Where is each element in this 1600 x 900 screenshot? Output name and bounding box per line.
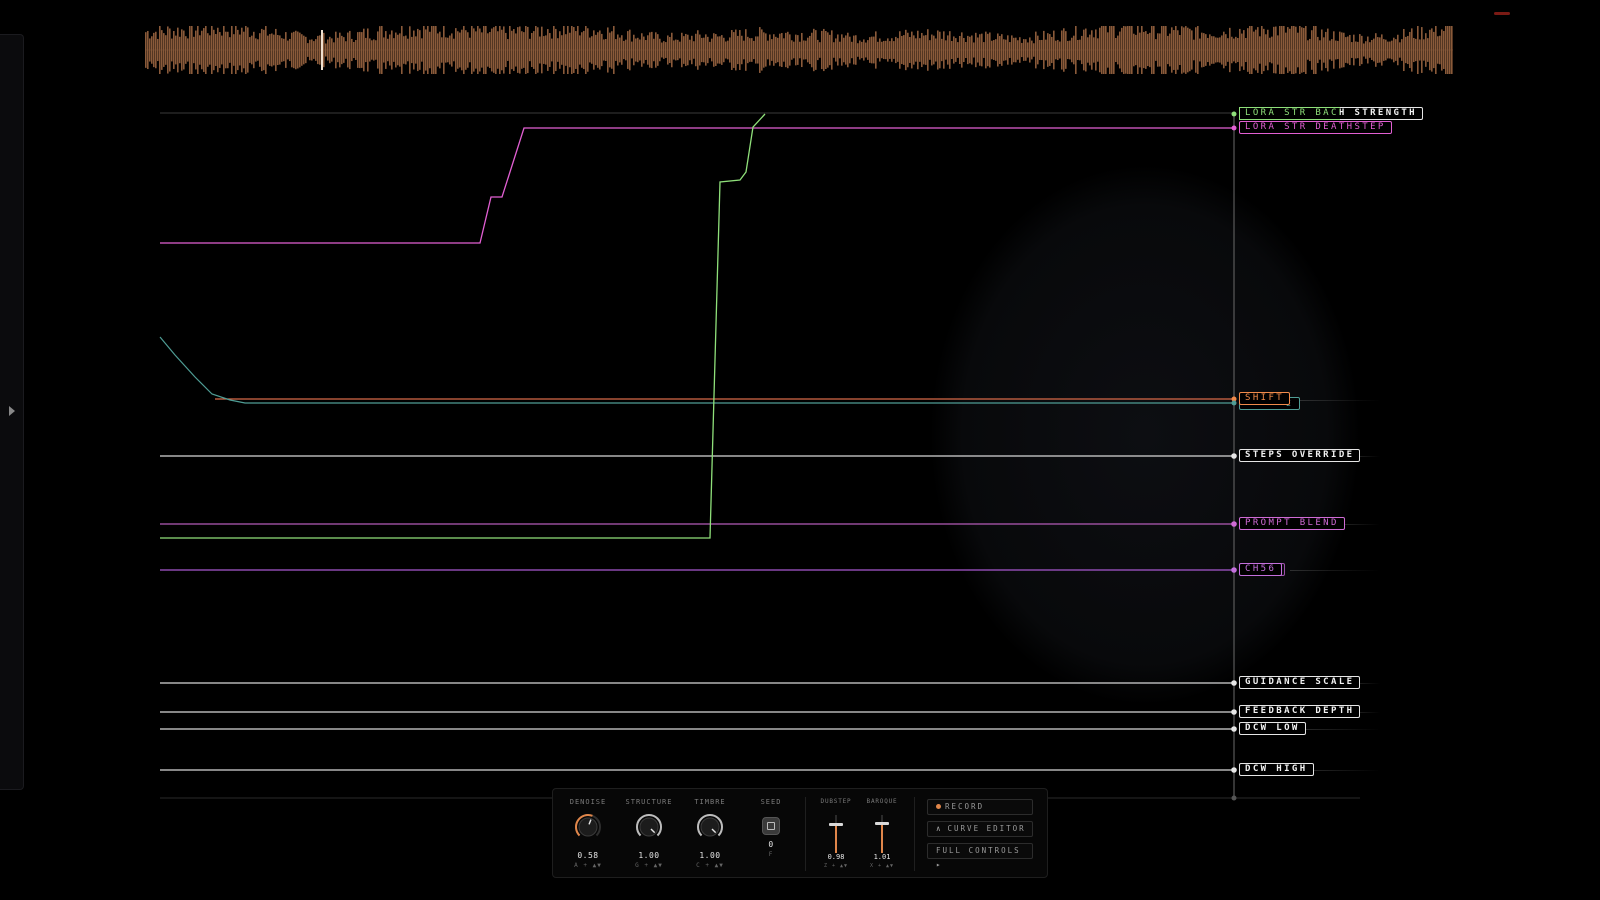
label-text: PROMPT BLEND [1245, 518, 1339, 528]
seed-hint: F [768, 851, 774, 858]
structure-knob[interactable] [635, 813, 663, 841]
seed-value: 0 [768, 840, 774, 849]
label-lora-str-deathstep[interactable]: LORA STR DEATHSTEP [1239, 121, 1392, 134]
knob-value: 0.58 [577, 851, 599, 860]
knob-hint: G + ▲▼ [635, 862, 663, 869]
node-dot[interactable] [1231, 709, 1237, 715]
seed-title: SEED [760, 798, 782, 806]
fader-title: DUBSTEP [820, 798, 852, 805]
label-lora-bach-overlay: LORA STR BACH STRENGTH [1239, 107, 1340, 120]
lane-trail [1290, 570, 1380, 571]
knob-value: 1.00 [638, 851, 660, 860]
knob-value: 1.00 [699, 851, 721, 860]
record-label: RECORD [945, 802, 985, 811]
node-dot [1231, 795, 1237, 801]
baroque-fader[interactable] [872, 815, 892, 853]
label-text: DCW HIGH [1245, 764, 1308, 774]
label-dcw-low[interactable]: DCW LOW [1239, 722, 1306, 735]
label-text: CH56 [1245, 564, 1277, 574]
knob-body [639, 817, 659, 837]
fader-fill [835, 826, 837, 853]
label-text: FEEDBACK DEPTH [1245, 706, 1355, 716]
label-guidance-scale[interactable]: GUIDANCE SCALE [1239, 676, 1361, 689]
label-dcw-high[interactable]: DCW HIGH [1239, 763, 1314, 776]
fader-value: 1.01 [873, 853, 891, 861]
background-glow [930, 165, 1360, 705]
dubstep-fader[interactable] [826, 815, 846, 853]
lane-lora-bach [160, 113, 766, 539]
lane-trail [1300, 400, 1380, 401]
label-shift[interactable]: SHIFT [1239, 392, 1291, 405]
node-dot[interactable] [1231, 111, 1237, 117]
fader-hint: X + ▲▼ [869, 863, 895, 869]
knob-title: DENOISE [569, 798, 607, 806]
fader-title: BAROQUE [866, 798, 898, 805]
knob-structure-group: STRUCTURE 1.00 G + ▲▼ [621, 797, 677, 869]
knob-hint: A + ▲▼ [574, 862, 602, 869]
fader-hint: Z + ▲▼ [823, 863, 849, 869]
label-feedback-depth[interactable]: FEEDBACK DEPTH [1239, 705, 1361, 718]
node-dot[interactable] [1231, 680, 1237, 686]
divider [805, 797, 806, 871]
divider [914, 797, 915, 871]
full-controls-button[interactable]: FULL CONTROLS ▸ [927, 843, 1033, 869]
knob-title: TIMBRE [694, 798, 726, 806]
knob-denoise-group: DENOISE 0.58 A + ▲▼ [560, 797, 616, 869]
label-ch56[interactable]: CH56 [1239, 563, 1283, 576]
fader-baroque-group: BAROQUE 1.01 X + ▲▼ [861, 797, 903, 869]
lane-trail [1306, 770, 1380, 771]
fader-fill [881, 825, 883, 853]
label-text: SHIFT [1245, 393, 1285, 403]
knob-title: STRUCTURE [625, 798, 673, 806]
node-dot[interactable] [1231, 400, 1237, 406]
node-dot[interactable] [1231, 453, 1237, 459]
knob-body [578, 817, 598, 837]
fader-dubstep-group: DUBSTEP 0.98 Z + ▲▼ [815, 797, 857, 869]
knob-body [700, 817, 720, 837]
denoise-knob[interactable] [574, 813, 602, 841]
control-panel: DENOISE 0.58 A + ▲▼ STRUCTURE 1.00 G + ▲… [552, 788, 1048, 878]
node-dot[interactable] [1231, 767, 1237, 773]
node-dot[interactable] [1231, 726, 1237, 732]
label-text: GUIDANCE SCALE [1245, 677, 1355, 687]
fader-handle[interactable] [875, 822, 889, 825]
curve-icon: ∧ [936, 824, 943, 833]
seed-group: SEED 0 F [743, 797, 799, 858]
full-controls-label: FULL CONTROLS ▸ [936, 846, 1021, 869]
node-dot[interactable] [1231, 521, 1237, 527]
label-text-green: LORA STR BACH STRENGTH [1240, 108, 1340, 119]
record-dot-icon [936, 803, 941, 809]
knob-hint: C + ▲▼ [696, 862, 724, 869]
label-prompt-blend[interactable]: PROMPT BLEND [1239, 517, 1345, 530]
node-dot[interactable] [1231, 125, 1237, 131]
curve-editor-label: CURVE EDITOR [947, 824, 1026, 833]
label-text: STEPS OVERRIDE [1245, 450, 1355, 460]
dice-icon[interactable] [762, 817, 780, 835]
node-dot[interactable] [1231, 567, 1237, 573]
label-text: DCW LOW [1245, 723, 1300, 733]
label-text: LORA STR DEATHSTEP [1245, 122, 1386, 132]
label-steps-override[interactable]: STEPS OVERRIDE [1239, 449, 1361, 462]
fader-handle[interactable] [829, 823, 843, 826]
fader-value: 0.98 [827, 853, 845, 861]
knob-timbre-group: TIMBRE 1.00 C + ▲▼ [682, 797, 738, 869]
record-button[interactable]: RECORD [927, 799, 1033, 815]
curve-editor-button[interactable]: ∧ CURVE EDITOR [927, 821, 1033, 837]
timbre-knob[interactable] [696, 813, 724, 841]
lane-trail [1300, 729, 1380, 730]
